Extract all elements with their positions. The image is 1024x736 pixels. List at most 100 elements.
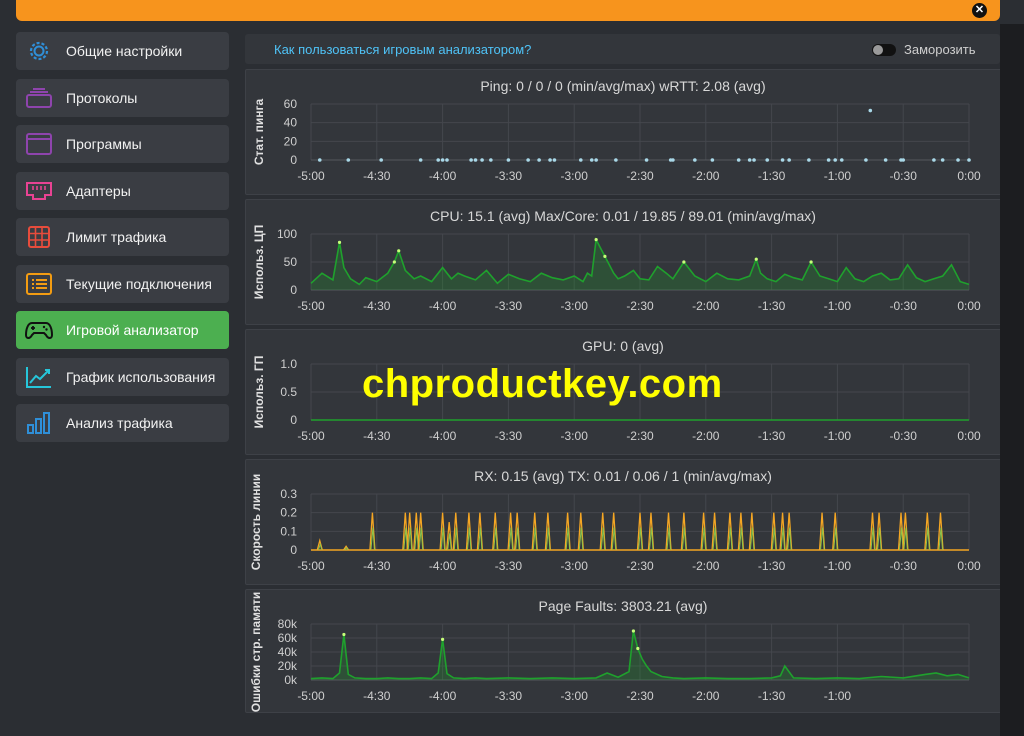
x-tick-label: -2:00 — [692, 689, 720, 703]
sidebar-item-current-connections[interactable]: Текущие подключения — [16, 264, 229, 303]
sidebar-item-label: Общие настройки — [66, 43, 183, 59]
cpu-chart-panel: CPU: 15.1 (avg) Max/Core: 0.01 / 19.85 /… — [245, 199, 1002, 325]
y-tick-label: 100 — [277, 227, 297, 241]
x-tick-label: -4:00 — [429, 299, 457, 313]
ping-chart-panel: Ping: 0 / 0 / 0 (min/avg/max) wRTT: 2.08… — [245, 69, 1002, 195]
x-tick-label: -5:00 — [297, 169, 325, 183]
page-faults-chart-panel: Page Faults: 3803.21 (avg) Ошибки стр. па… — [245, 589, 1002, 713]
x-tick-label: -4:00 — [429, 169, 457, 183]
sidebar-item-protocols[interactable]: Протоколы — [16, 78, 229, 117]
ping-point — [346, 158, 351, 162]
ping-point — [883, 158, 888, 162]
ping-chart: Ping: 0 / 0 / 0 (min/avg/max) wRTT: 2.08… — [252, 78, 981, 183]
x-tick-label: -3:00 — [561, 689, 589, 703]
x-tick-label: -3:30 — [495, 689, 523, 703]
x-tick-label: -1:30 — [758, 689, 786, 703]
y-tick-label: 60k — [278, 631, 298, 645]
x-tick-label: -1:00 — [824, 429, 852, 443]
y-tick-label: 0 — [290, 153, 297, 167]
ping-point — [578, 158, 583, 162]
peak-point — [441, 637, 445, 641]
line-chart-icon — [26, 366, 51, 388]
sidebar-item-adapters[interactable]: Адаптеры — [16, 171, 229, 210]
x-tick-label: -1:00 — [824, 689, 852, 703]
y-tick-label: 1.0 — [280, 357, 297, 371]
line-speed-chart: RX: 0.15 (avg) TX: 0.01 / 0.06 / 1 (min/… — [249, 468, 981, 573]
ping-point — [445, 158, 449, 162]
sidebar-item-programs[interactable]: Программы — [16, 125, 229, 163]
x-tick-label: -2:30 — [626, 559, 654, 573]
freeze-label: Заморозить — [904, 42, 976, 57]
sidebar-item-traffic-limit[interactable]: Лимит трафика — [16, 218, 229, 256]
x-tick-label: -0:30 — [890, 169, 918, 183]
ping-point — [506, 158, 511, 162]
sidebar-item-label: Лимит трафика — [66, 229, 167, 245]
ping-point — [868, 108, 873, 113]
sidebar-item-usage-graph[interactable]: График использования — [16, 357, 229, 396]
top-banner: ✕ — [16, 0, 1000, 21]
x-tick-label: -3:30 — [495, 169, 523, 183]
sidebar-item-label: Игровой анализатор — [66, 322, 199, 338]
scrollbar-track[interactable] — [1000, 24, 1024, 736]
page-faults-chart: Page Faults: 3803.21 (avg) Ошибки стр. па… — [249, 592, 970, 712]
table-grid-icon — [28, 226, 50, 248]
x-tick-label: -1:00 — [824, 559, 852, 573]
x-tick-label: -1:00 — [824, 169, 852, 183]
sidebar-item-game-analyzer[interactable]: Игровой анализатор — [16, 311, 229, 349]
x-tick-label: -0:30 — [890, 429, 918, 443]
ping-point — [480, 158, 484, 162]
y-axis-label: Ошибки стр. памяти — [249, 592, 263, 712]
ping-point — [864, 158, 868, 162]
sidebar-item-label: Текущие подключения — [66, 275, 212, 292]
y-tick-label: 0.2 — [280, 506, 297, 520]
x-tick-label: -3:00 — [561, 299, 589, 313]
ping-point — [956, 158, 960, 162]
peak-point — [337, 240, 342, 244]
x-tick-label: -2:00 — [692, 169, 720, 183]
close-icon[interactable]: ✕ — [972, 3, 987, 18]
peak-point — [594, 238, 598, 242]
y-tick-label: 40k — [278, 645, 298, 659]
freeze-toggle[interactable] — [872, 44, 896, 56]
ping-point — [594, 158, 598, 162]
ping-point — [736, 158, 741, 162]
x-tick-label: -5:00 — [297, 299, 325, 313]
x-tick-label: -3:30 — [495, 299, 523, 313]
ping-point — [317, 158, 322, 162]
watermark-text: chproductkey.com — [362, 362, 723, 406]
x-tick-label: 0:00 — [957, 559, 981, 573]
x-tick-label: -5:00 — [297, 559, 325, 573]
y-tick-label: 40 — [284, 116, 298, 130]
y-tick-label: 0 — [290, 413, 297, 427]
x-tick-label: -3:30 — [495, 559, 523, 573]
y-tick-label: 0 — [290, 283, 297, 297]
ping-point — [901, 158, 905, 162]
chart-title: CPU: 15.1 (avg) Max/Core: 0.01 / 19.85 /… — [430, 208, 816, 224]
y-tick-label: 0k — [284, 673, 298, 687]
sidebar-item-label: График использования — [66, 368, 216, 385]
ping-point — [710, 158, 715, 162]
help-link[interactable]: Как пользоваться игровым анализатором? — [274, 42, 531, 57]
analyzer-header: Как пользоваться игровым анализатором? З… — [245, 34, 1000, 64]
ping-point — [469, 158, 473, 162]
line-speed-chart-panel: RX: 0.15 (avg) TX: 0.01 / 0.06 / 1 (min/… — [245, 459, 1002, 585]
y-axis-label: Использ. ГП — [252, 356, 266, 429]
ping-point — [787, 158, 791, 162]
ping-point — [752, 158, 756, 162]
ping-point — [418, 158, 423, 162]
ping-point — [940, 158, 945, 162]
cpu-chart: CPU: 15.1 (avg) Max/Core: 0.01 / 19.85 /… — [252, 208, 981, 313]
peak-point — [809, 260, 813, 264]
programs-icon — [26, 133, 52, 155]
y-tick-label: 50 — [284, 255, 298, 269]
x-tick-label: 0:00 — [957, 299, 981, 313]
x-tick-label: -4:30 — [363, 169, 391, 183]
chart-title: RX: 0.15 (avg) TX: 0.01 / 0.06 / 1 (min/… — [474, 468, 772, 484]
x-tick-label: -4:30 — [363, 559, 391, 573]
sidebar-item-general-settings[interactable]: Общие настройки — [16, 32, 229, 70]
y-tick-label: 0 — [290, 543, 297, 557]
sidebar-item-label: Адаптеры — [66, 182, 131, 199]
sidebar-item-traffic-analysis[interactable]: Анализ трафика — [16, 404, 229, 442]
x-tick-label: -3:00 — [561, 429, 589, 443]
x-tick-label: -5:00 — [297, 429, 325, 443]
